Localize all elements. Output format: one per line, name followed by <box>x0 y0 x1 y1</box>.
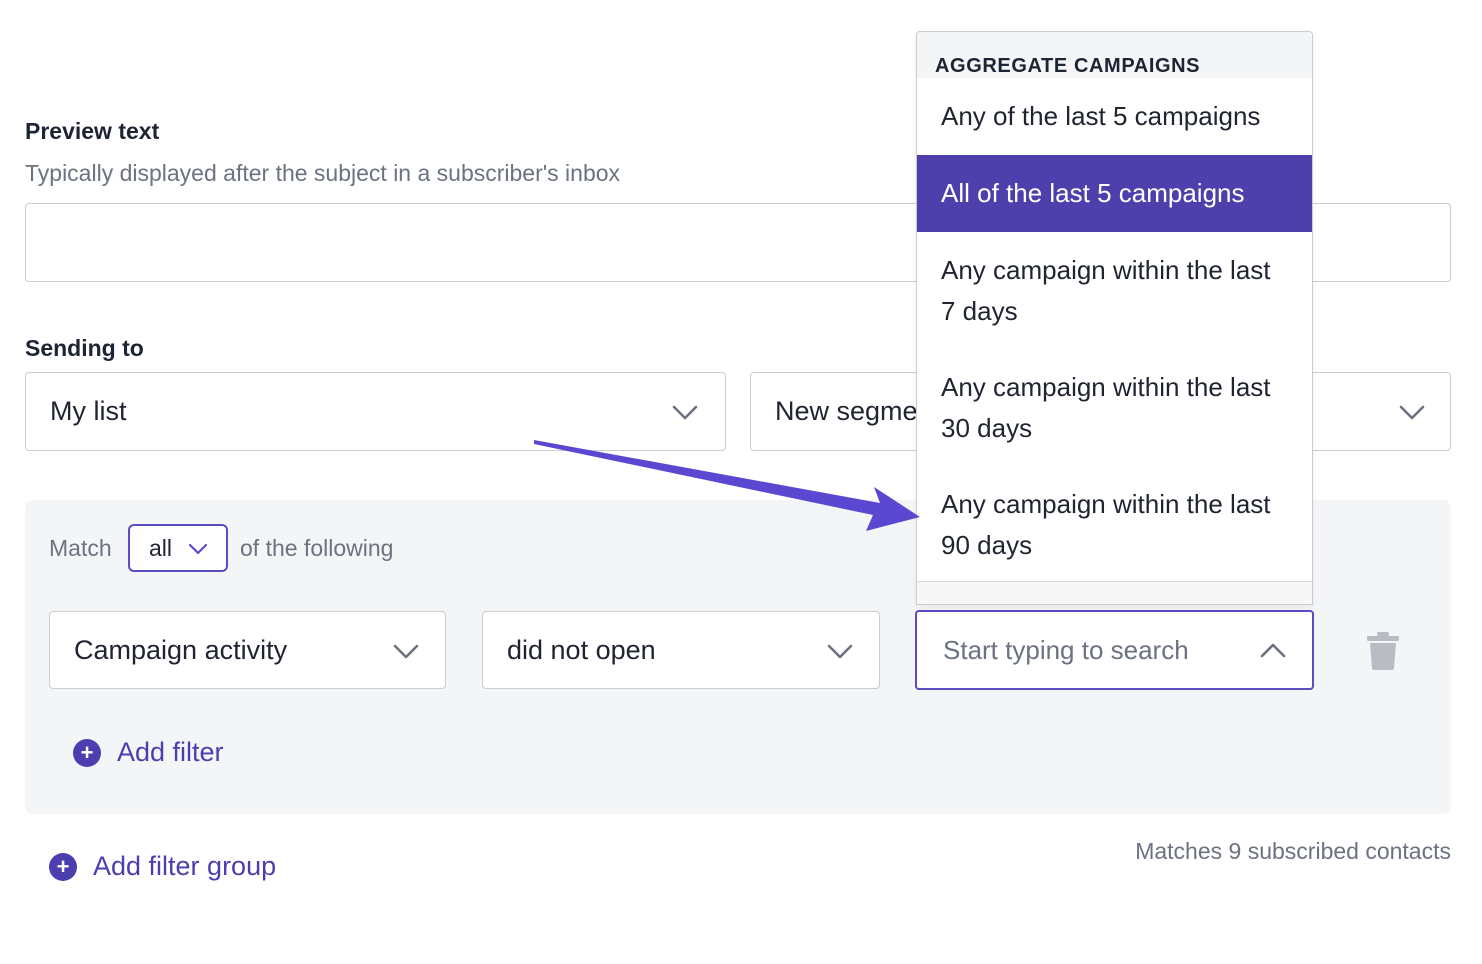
dropdown-option-within-7-days[interactable]: Any campaign within the last 7 days <box>917 232 1312 349</box>
filter-field-value: Campaign activity <box>74 634 288 665</box>
list-select-value: My list <box>50 396 127 426</box>
add-filter-label: Add filter <box>117 737 224 767</box>
chevron-up-icon[interactable] <box>1260 642 1286 658</box>
plus-circle-icon: + <box>49 852 77 881</box>
campaign-search-input[interactable] <box>941 633 1245 667</box>
dropdown-option-all-last-5[interactable]: All of the last 5 campaigns <box>917 155 1312 232</box>
match-suffix: of the following <box>240 535 394 561</box>
preview-text-label: Preview text <box>25 118 160 144</box>
dropdown-group-header: AGGREGATE CAMPAIGNS <box>917 32 1312 78</box>
match-mode-value: all <box>149 534 173 561</box>
dropdown-option-label: Any of the last 5 campaigns <box>941 101 1261 131</box>
chevron-down-icon <box>188 543 208 555</box>
dropdown-option-within-30-days[interactable]: Any campaign within the last 30 days <box>917 349 1312 466</box>
filter-field-select[interactable]: Campaign activity <box>49 611 446 689</box>
dropdown-option-label: Any campaign within the last 7 days <box>941 250 1271 332</box>
campaign-options-dropdown: AGGREGATE CAMPAIGNS Any of the last 5 ca… <box>916 31 1313 605</box>
chevron-down-icon <box>672 405 698 420</box>
option-line-2: 90 days <box>941 529 1033 560</box>
option-line-2: 7 days <box>941 295 1018 326</box>
option-line-1: Any campaign within the last <box>941 488 1271 519</box>
add-filter-group-button[interactable]: + Add filter group <box>49 851 276 882</box>
option-line-1: Any campaign within the last <box>941 254 1271 285</box>
sending-to-label: Sending to <box>25 335 144 361</box>
option-line-2: 30 days <box>941 412 1033 443</box>
option-line-1: Any campaign within the last <box>941 371 1271 402</box>
trash-icon[interactable] <box>1366 631 1400 671</box>
dropdown-option-within-90-days[interactable]: Any campaign within the last 90 days <box>917 466 1312 583</box>
filter-operator-value: did not open <box>507 634 656 665</box>
chevron-down-icon <box>1399 405 1425 420</box>
list-select[interactable]: My list <box>25 372 726 451</box>
dropdown-option-label: Any campaign within the last 30 days <box>941 367 1271 449</box>
chevron-down-icon <box>393 644 419 659</box>
campaign-settings-page: Preview text Typically displayed after t… <box>0 0 1482 964</box>
matches-count: Matches 9 subscribed contacts <box>1135 838 1451 864</box>
match-mode-select[interactable]: all <box>128 524 228 572</box>
preview-text-help: Typically displayed after the subject in… <box>25 160 621 186</box>
chevron-down-icon <box>827 644 853 659</box>
dropdown-footer <box>917 581 1312 604</box>
filter-operator-select[interactable]: did not open <box>482 611 880 689</box>
add-filter-group-label: Add filter group <box>93 851 277 881</box>
dropdown-option-label: All of the last 5 campaigns <box>941 178 1245 208</box>
dropdown-option-label: Any campaign within the last 90 days <box>941 484 1271 566</box>
match-prefix: Match <box>49 535 112 561</box>
dropdown-option-any-last-5[interactable]: Any of the last 5 campaigns <box>917 78 1312 155</box>
campaign-search-field[interactable] <box>915 610 1314 690</box>
plus-circle-icon: + <box>73 738 101 767</box>
add-filter-button[interactable]: + Add filter <box>73 737 224 768</box>
